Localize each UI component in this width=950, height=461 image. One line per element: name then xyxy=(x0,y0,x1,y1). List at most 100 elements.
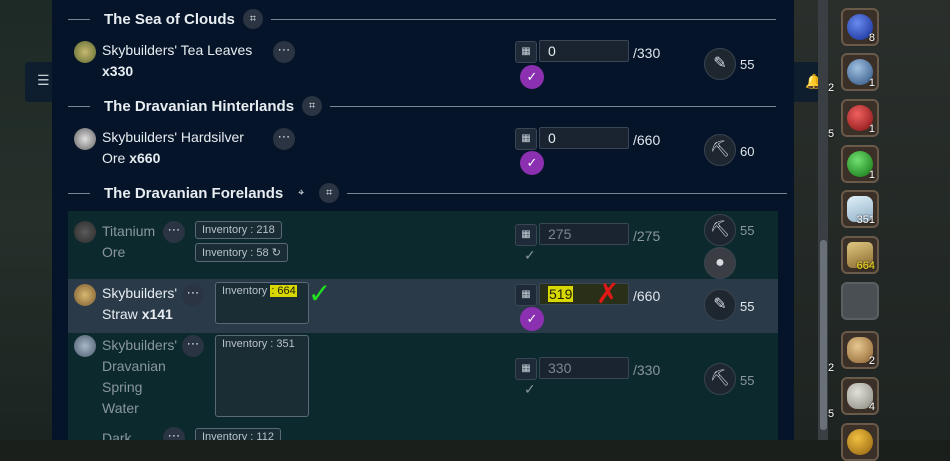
more-options-button[interactable]: ⋯ xyxy=(182,284,204,306)
divider xyxy=(330,105,777,107)
section-header: The Dravanian Forelands ⌖ ⌗ xyxy=(68,181,788,205)
inventory-slot[interactable]: 8 xyxy=(841,8,879,46)
divider xyxy=(347,192,788,194)
calculator-icon[interactable]: ▦ xyxy=(515,284,537,306)
item-name: Skybuilders' Tea Leaves x330 xyxy=(102,42,253,79)
inventory-badge: Inventory : 664 xyxy=(215,282,309,324)
divider xyxy=(68,18,90,20)
tea-leaves-icon xyxy=(74,41,96,63)
level: 55 xyxy=(740,299,755,314)
divider xyxy=(68,105,90,107)
calculator-icon[interactable]: ▦ xyxy=(515,358,537,380)
more-options-button[interactable]: ⋯ xyxy=(163,427,185,440)
slot-count: 1 xyxy=(868,123,875,135)
list-item: Skybuilders' Hardsilver Ore x660 ⋯ ▦ 0 /6… xyxy=(68,123,778,183)
slot-count: 1 xyxy=(868,77,875,89)
inventory-badge: Inventory : 218 xyxy=(195,221,282,239)
quantity-input[interactable]: 275 xyxy=(539,223,629,245)
quantity-input[interactable]: 0 xyxy=(539,127,629,149)
quantity-total: /275 xyxy=(633,228,661,244)
check-icon[interactable]: ✓ xyxy=(524,247,536,264)
slot-count: 2 xyxy=(828,82,835,94)
ore-node-icon[interactable]: ● xyxy=(704,247,736,279)
section-header: The Dravanian Hinterlands ⌗ xyxy=(68,94,777,118)
level: 55 xyxy=(740,223,755,238)
slot-count: 5 xyxy=(828,128,835,140)
map-icon[interactable]: ⌗ xyxy=(302,96,323,116)
list-icon[interactable]: ☰ xyxy=(37,73,51,87)
more-options-button[interactable]: ⋯ xyxy=(182,335,204,357)
level: 55 xyxy=(740,373,755,388)
slot-count: 8 xyxy=(868,32,875,44)
slot-count: 4 xyxy=(868,401,875,413)
list-item: Titanium Ore ⋯ Inventory : 218 Inventory … xyxy=(68,211,778,279)
check-button[interactable]: ✓ xyxy=(520,151,544,175)
check-icon[interactable]: ✓ xyxy=(524,381,536,398)
check-button[interactable]: ✓ xyxy=(520,307,544,331)
inventory-slot[interactable]: 2 xyxy=(841,331,879,369)
scrollbar-thumb[interactable] xyxy=(820,240,827,430)
item-name: Skybuilders' Hardsilver Ore x660 xyxy=(102,129,244,166)
titanium-ore-icon xyxy=(74,221,96,243)
location-pin-icon[interactable]: ⌖ xyxy=(291,183,311,203)
slot-count: 351 xyxy=(856,214,875,226)
item-icon xyxy=(847,429,873,455)
list-item: Skybuilders' Dravanian Spring Water ⋯ Inven… xyxy=(68,333,778,425)
pickaxe-icon[interactable]: ⛏ xyxy=(704,363,736,395)
feather-icon[interactable]: ✎ xyxy=(704,48,736,80)
quantity-total: /660 xyxy=(633,288,661,304)
inventory-slot[interactable]: 4 xyxy=(841,377,879,415)
inventory-slot[interactable] xyxy=(841,423,879,461)
pickaxe-icon[interactable]: ⛏ xyxy=(704,134,736,166)
green-check-mark: ✓ xyxy=(308,278,332,309)
slot-count: 664 xyxy=(856,260,875,272)
calculator-icon[interactable]: ▦ xyxy=(515,41,537,63)
item-name: Titanium Ore xyxy=(102,223,156,260)
slot-count: 2 xyxy=(828,362,835,374)
list-item: Skybuilders' Straw x141 ⋯ Inventory : 664… xyxy=(68,278,778,333)
inventory-badge: Inventory : 58 ↻ xyxy=(195,243,288,262)
slot-count: 2 xyxy=(868,355,875,367)
quantity-input[interactable]: 330 xyxy=(539,357,629,379)
inventory-badge: Inventory : 112 xyxy=(195,428,281,440)
inventory-badge: Inventory : 351 xyxy=(215,335,309,417)
level: 55 xyxy=(740,57,755,72)
inventory-slot[interactable]: 1 xyxy=(841,99,879,137)
item-name: Skybuilders' Straw x141 xyxy=(102,285,178,322)
quantity-total: /660 xyxy=(633,132,661,148)
quantity-total: /330 xyxy=(633,45,661,61)
inventory-slot[interactable]: 1 xyxy=(841,53,879,91)
more-options-button[interactable]: ⋯ xyxy=(273,128,295,150)
pickaxe-icon[interactable]: ⛏ xyxy=(704,214,736,246)
calculator-icon[interactable]: ▦ xyxy=(515,128,537,150)
inventory-slot[interactable]: 664 xyxy=(841,236,879,274)
straw-icon xyxy=(74,284,96,306)
hardsilver-ore-icon xyxy=(74,128,96,150)
divider xyxy=(68,192,90,194)
section-title: The Sea of Clouds xyxy=(104,10,235,28)
slot-count: 1 xyxy=(868,169,875,181)
check-button[interactable]: ✓ xyxy=(520,65,544,89)
calculator-icon[interactable]: ▦ xyxy=(515,224,537,246)
slot-count: 5 xyxy=(828,408,835,420)
section-header: The Sea of Clouds ⌗ xyxy=(68,7,776,31)
section-title: The Dravanian Hinterlands xyxy=(104,97,295,115)
map-icon[interactable]: ⌗ xyxy=(319,183,340,203)
section-title: The Dravanian Forelands xyxy=(104,184,284,202)
bell-icon[interactable]: 🔔 xyxy=(805,73,822,89)
more-options-button[interactable]: ⋯ xyxy=(163,221,185,243)
level: 60 xyxy=(740,144,755,159)
inventory-slot[interactable]: 351 xyxy=(841,190,879,228)
more-options-button[interactable]: ⋯ xyxy=(273,41,295,63)
inventory-slot[interactable]: 1 xyxy=(841,145,879,183)
feather-icon[interactable]: ✎ xyxy=(704,289,736,321)
quantity-total: /330 xyxy=(633,362,661,378)
red-x-mark: ✗ xyxy=(596,278,620,309)
list-item: Dark ⋯ Inventory : 112 xyxy=(68,425,778,440)
list-item: Skybuilders' Tea Leaves x330 ⋯ ▦ 0 /330 ✓… xyxy=(68,36,778,92)
item-name: Skybuilders' Dravanian Spring Water xyxy=(102,337,178,416)
map-icon[interactable]: ⌗ xyxy=(242,9,263,29)
item-name: Dark xyxy=(102,430,132,440)
inventory-slot[interactable] xyxy=(841,282,879,320)
quantity-input[interactable]: 0 xyxy=(539,40,629,62)
